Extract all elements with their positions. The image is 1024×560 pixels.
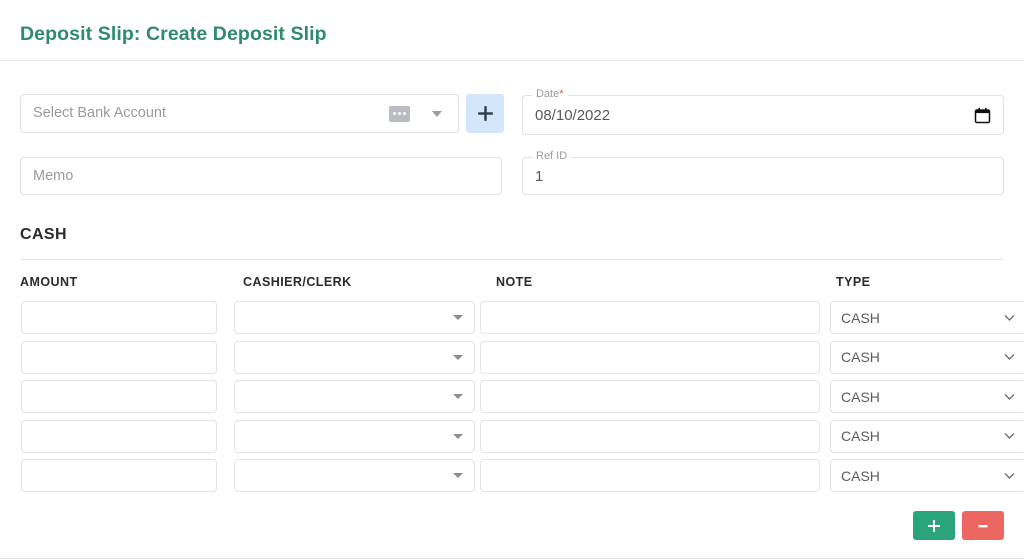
- bank-account-placeholder: Select Bank Account: [33, 105, 166, 122]
- cell-type: CASH: [820, 338, 1024, 378]
- note-input[interactable]: [480, 301, 820, 335]
- remove-row-button[interactable]: [962, 511, 1004, 540]
- memo-placeholder: Memo: [33, 167, 74, 184]
- table-row: CASH: [20, 338, 1024, 378]
- column-header-cashier: CASHIER/CLERK: [243, 275, 352, 289]
- chevron-down-icon: [1004, 354, 1015, 361]
- cell-type: CASH: [820, 377, 1024, 417]
- header-divider: [0, 60, 1024, 61]
- cell-cashier: [229, 338, 475, 378]
- table-row: CASH: [20, 456, 1024, 496]
- add-row-button[interactable]: [913, 511, 955, 540]
- row-actions: [913, 511, 1004, 540]
- bank-account-group: Select Bank Account: [20, 94, 504, 133]
- type-value: CASH: [841, 388, 880, 405]
- cell-note: [475, 417, 820, 457]
- cash-section-divider: [20, 259, 1004, 260]
- chevron-down-icon: [1004, 393, 1015, 400]
- cell-amount: [20, 377, 229, 417]
- cell-note: [475, 298, 820, 338]
- cash-section-title: CASH: [20, 226, 67, 243]
- caret-down-icon: [453, 315, 463, 321]
- note-input[interactable]: [480, 459, 820, 493]
- cell-cashier: [229, 456, 475, 496]
- caret-down-icon: [453, 354, 463, 360]
- plus-icon: [477, 106, 493, 121]
- minus-icon: [978, 524, 988, 527]
- cell-note: [475, 377, 820, 417]
- cell-type: CASH: [820, 417, 1024, 457]
- type-select[interactable]: CASH: [830, 380, 1024, 414]
- amount-input[interactable]: [21, 380, 217, 414]
- amount-input[interactable]: [21, 419, 217, 453]
- column-header-note: NOTE: [496, 275, 533, 289]
- date-label: Date*: [532, 89, 568, 100]
- chevron-down-icon: [1004, 314, 1015, 321]
- note-input[interactable]: [480, 380, 820, 414]
- cell-type: CASH: [820, 456, 1024, 496]
- table-row: CASH: [20, 298, 1024, 338]
- type-select[interactable]: CASH: [830, 340, 1024, 374]
- bottom-divider: [0, 558, 1024, 559]
- amount-input[interactable]: [21, 340, 217, 374]
- note-input[interactable]: [480, 340, 820, 374]
- plus-icon: [928, 519, 940, 532]
- type-select[interactable]: CASH: [830, 419, 1024, 453]
- cell-amount: [20, 417, 229, 457]
- caret-down-icon: [453, 394, 463, 400]
- caret-down-icon[interactable]: [432, 110, 442, 117]
- cell-amount: [20, 456, 229, 496]
- column-header-amount: AMOUNT: [20, 275, 78, 289]
- cell-amount: [20, 298, 229, 338]
- date-value: 08/10/2022: [535, 106, 611, 124]
- amount-input[interactable]: [21, 459, 217, 493]
- cash-table-header-row: AMOUNT CASHIER/CLERK NOTE TYPE: [20, 266, 1004, 298]
- chevron-down-icon: [1004, 472, 1015, 479]
- calendar-icon[interactable]: [974, 107, 991, 124]
- cashier-select[interactable]: [234, 459, 475, 493]
- ref-id-field[interactable]: Ref ID 1: [522, 151, 1004, 195]
- cell-note: [475, 338, 820, 378]
- cashier-select[interactable]: [234, 301, 475, 335]
- deposit-slip-page: Deposit Slip: Create Deposit Slip Select…: [0, 0, 1024, 560]
- cashier-select[interactable]: [234, 340, 475, 374]
- table-row: CASH: [20, 417, 1024, 457]
- amount-input[interactable]: [21, 301, 217, 335]
- type-value: CASH: [841, 467, 880, 484]
- cashier-select[interactable]: [234, 419, 475, 453]
- type-value: CASH: [841, 428, 880, 445]
- ref-id-label: Ref ID: [532, 151, 572, 162]
- type-value: CASH: [841, 309, 880, 326]
- note-input[interactable]: [480, 419, 820, 453]
- caret-down-icon: [453, 473, 463, 479]
- cell-cashier: [229, 417, 475, 457]
- cell-amount: [20, 338, 229, 378]
- cashier-select[interactable]: [234, 380, 475, 414]
- cell-type: CASH: [820, 298, 1024, 338]
- type-select[interactable]: CASH: [830, 459, 1024, 493]
- caret-down-icon: [453, 433, 463, 439]
- memo-field[interactable]: Memo: [20, 157, 502, 195]
- type-select[interactable]: CASH: [830, 301, 1024, 335]
- chevron-down-icon: [1004, 433, 1015, 440]
- cell-cashier: [229, 298, 475, 338]
- table-row: CASH: [20, 377, 1024, 417]
- bank-account-select[interactable]: Select Bank Account: [20, 94, 459, 133]
- cell-cashier: [229, 377, 475, 417]
- add-bank-account-button[interactable]: [466, 94, 504, 133]
- ref-id-value: 1: [535, 167, 544, 185]
- ellipsis-icon[interactable]: [389, 105, 410, 122]
- type-value: CASH: [841, 349, 880, 366]
- cell-note: [475, 456, 820, 496]
- column-header-type: TYPE: [836, 275, 871, 289]
- date-field[interactable]: Date* 08/10/2022: [522, 89, 1004, 135]
- cash-table: AMOUNT CASHIER/CLERK NOTE TYPE CASH CASH…: [20, 266, 1024, 496]
- page-title: Deposit Slip: Create Deposit Slip: [20, 23, 327, 45]
